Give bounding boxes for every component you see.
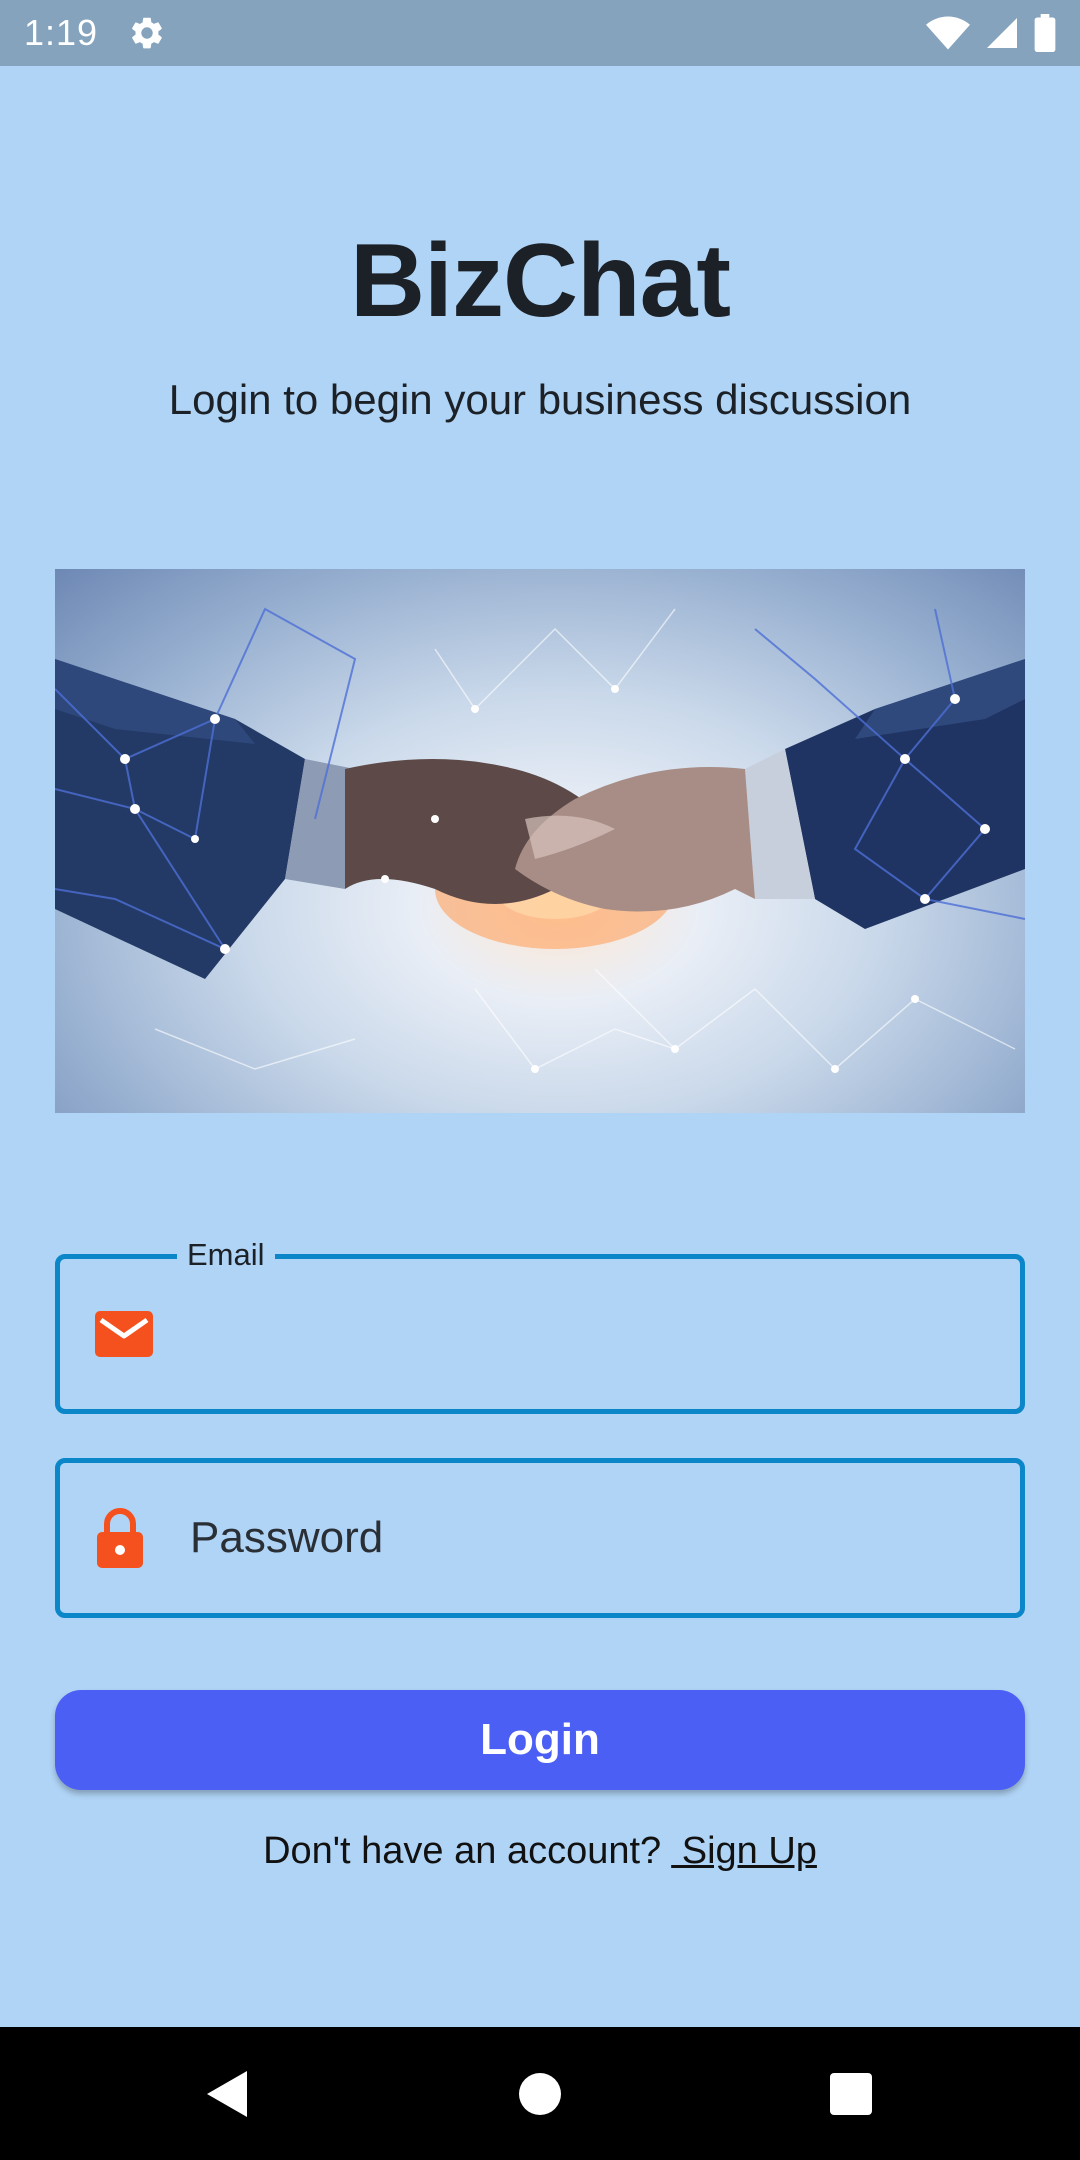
email-field[interactable]: Email	[55, 1237, 1025, 1414]
home-icon[interactable]	[518, 2072, 562, 2116]
battery-icon	[1034, 14, 1056, 52]
status-time: 1:19	[24, 12, 99, 53]
password-input[interactable]	[190, 1463, 990, 1613]
gear-icon	[132, 17, 162, 49]
app-subtitle: Login to begin your business discussion	[168, 376, 912, 423]
status-bar: 1:19	[0, 0, 1080, 66]
email-input[interactable]	[190, 1259, 990, 1409]
handshake-illustration	[55, 607, 1025, 1073]
signup-link[interactable]: Sign Up	[671, 1830, 817, 1872]
signal-icon	[987, 18, 1017, 48]
status-icons	[926, 14, 1056, 52]
login-button[interactable]: Login	[55, 1690, 1025, 1790]
wifi-icon	[926, 16, 970, 50]
handshake-hero-image	[55, 569, 1025, 1113]
app-title: BizChat	[349, 223, 731, 339]
recents-icon[interactable]	[830, 2072, 872, 2115]
password-field[interactable]	[55, 1458, 1025, 1618]
back-icon[interactable]	[205, 2069, 249, 2119]
mail-icon	[95, 1311, 153, 1357]
lock-icon	[97, 1508, 143, 1568]
signup-row: Don't have an account? Sign Up	[0, 1830, 1080, 1873]
navigation-bar	[0, 2027, 1080, 2160]
signup-prompt: Don't have an account?	[263, 1830, 662, 1872]
